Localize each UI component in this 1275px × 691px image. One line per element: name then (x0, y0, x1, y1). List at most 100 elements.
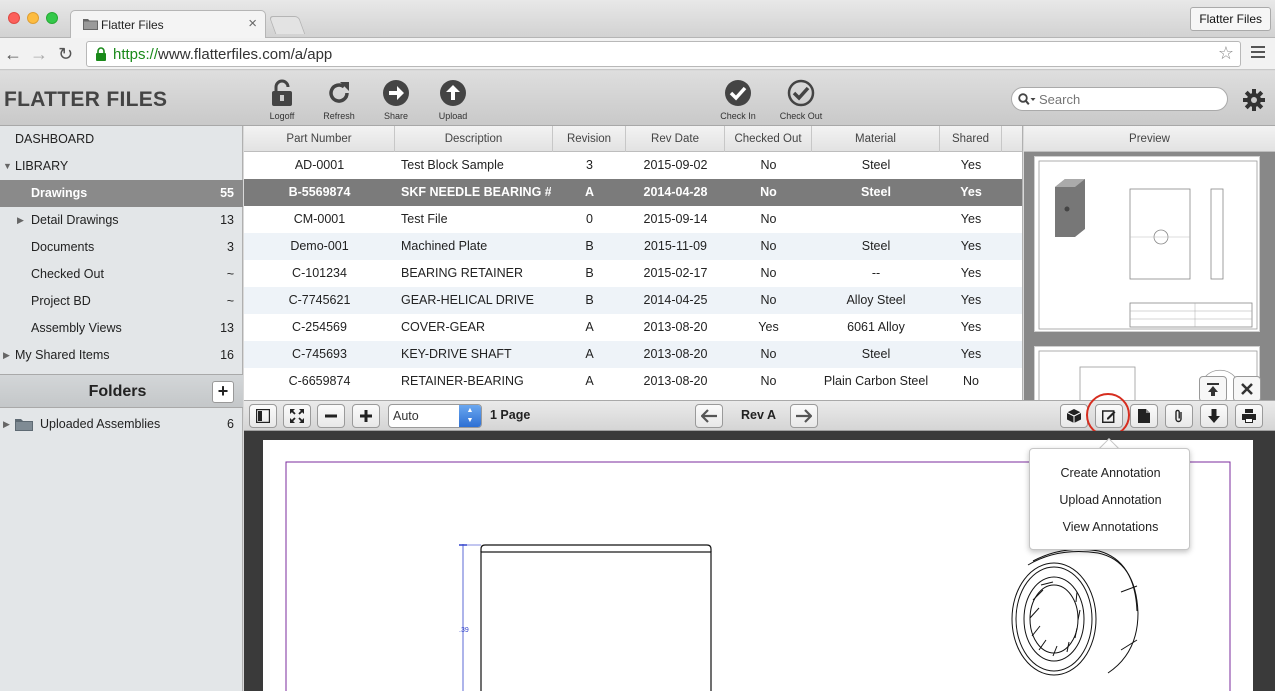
bookmark-star-icon[interactable]: ☆ (1218, 43, 1234, 64)
column-header-description[interactable]: Description (395, 126, 553, 152)
arrow-right-circle-icon (383, 80, 409, 106)
column-header-revision[interactable]: Revision (553, 126, 626, 152)
table-row[interactable]: Demo-001 Machined Plate B 2015-11-09 No Steel… (244, 233, 1022, 260)
cell-description: KEY-DRIVE SHAFT (401, 347, 512, 361)
cell-checked-out: No (760, 374, 777, 388)
check-out-label: Check Out (779, 111, 823, 121)
column-header-rev-date[interactable]: Rev Date (626, 126, 725, 152)
zoom-select[interactable]: Auto ▲ ▼ (388, 404, 482, 428)
3d-view-button[interactable] (1060, 404, 1088, 428)
upload-button[interactable]: Upload (427, 79, 479, 121)
logoff-button[interactable]: Logoff (256, 79, 308, 121)
share-button[interactable]: Share (370, 79, 422, 121)
table-row[interactable]: CM-0001 Test File 0 2015-09-14 No Yes (244, 206, 1022, 233)
document-button[interactable] (1130, 404, 1158, 428)
new-tab-button[interactable] (268, 16, 306, 34)
cell-checked-out: No (760, 212, 777, 226)
disclosure-right-icon[interactable]: ▶ (17, 207, 24, 234)
table-row[interactable]: C-745693 KEY-DRIVE SHAFT A 2013-08-20 No Stee… (244, 341, 1022, 368)
address-bar[interactable]: https://www.flatterfiles.com/a/app ☆ (86, 41, 1241, 67)
table-row[interactable]: B-5569874 SKF NEEDLE BEARING #H A 2014-04-2… (244, 179, 1022, 206)
table-row[interactable]: AD-0001 Test Block Sample 3 2015-09-02 No Ste… (244, 152, 1022, 179)
table-row[interactable]: C-101234 BEARING RETAINER B 2015-02-17 No -- Y… (244, 260, 1022, 287)
menu-item-view-annotations[interactable]: View Annotations (1030, 520, 1191, 534)
browser-menu-icon[interactable] (1251, 45, 1265, 59)
close-preview-button[interactable] (1233, 376, 1261, 400)
menu-item-create-annotation[interactable]: Create Annotation (1030, 466, 1191, 480)
table-row[interactable]: C-6659874 RETAINER-BEARING A 2013-08-20 No Pl… (244, 368, 1022, 395)
cell-shared: Yes (960, 239, 982, 253)
add-folder-button[interactable]: + (212, 381, 234, 403)
refresh-button[interactable]: Refresh (313, 79, 365, 121)
column-header-material[interactable]: Material (812, 126, 940, 152)
url-path: www.flatterfiles.com/a/app (158, 46, 333, 63)
table-row[interactable]: C-7745621 GEAR-HELICAL DRIVE B 2014-04-25 No… (244, 287, 1022, 314)
sidebar-item-count: 13 (220, 213, 234, 227)
cell-material: Steel (861, 347, 891, 361)
disclosure-right-icon[interactable]: ▶ (3, 411, 10, 438)
column-header-spacer (1002, 126, 1022, 152)
fit-to-page-button[interactable] (283, 404, 311, 428)
collapse-preview-button[interactable] (1199, 376, 1227, 400)
maximize-window-button[interactable] (46, 12, 58, 24)
column-header-part-number[interactable]: Part Number (244, 126, 395, 152)
download-button[interactable] (1200, 404, 1228, 428)
menu-item-upload-annotation[interactable]: Upload Annotation (1030, 493, 1191, 507)
sidebar-item-library[interactable]: ▼ LIBRARY (0, 153, 243, 180)
sidebar-item-label: Drawings (31, 186, 88, 200)
cell-material: Steel (861, 158, 891, 172)
check-in-button[interactable]: Check In (712, 79, 764, 121)
sidebar-item-checked-out[interactable]: Checked Out ~ (0, 261, 243, 288)
sidebar-item-count: ~ (226, 294, 234, 308)
sidebar-item-drawings[interactable]: Drawings 55 (0, 180, 243, 207)
previous-revision-button[interactable] (695, 404, 723, 428)
lock-icon (272, 79, 292, 106)
toggle-sidebar-button[interactable] (249, 404, 277, 428)
table-header: Part Number Description Revision Rev Dat… (244, 126, 1022, 152)
reload-icon[interactable]: ↻ (58, 44, 73, 65)
sidebar-item-detail-drawings[interactable]: ▶ Detail Drawings 13 (0, 207, 243, 234)
sidebar-item-my-shared-items[interactable]: ▶ My Shared Items 16 (0, 342, 243, 369)
table-row[interactable]: C-254569 COVER-GEAR A 2013-08-20 Yes 6061 All… (244, 314, 1022, 341)
refresh-icon (329, 82, 349, 103)
browser-tab[interactable]: Flatter Files × (70, 10, 266, 38)
check-out-button[interactable]: Check Out (775, 79, 827, 121)
next-revision-button[interactable] (790, 404, 818, 428)
minimize-window-button[interactable] (27, 12, 39, 24)
sidebar-item-dashboard[interactable]: DASHBOARD (0, 126, 243, 153)
preview-thumbnail[interactable] (1034, 156, 1260, 332)
cell-revision: B (585, 293, 594, 307)
back-icon[interactable]: ← (4, 44, 22, 65)
tab-title: Flatter Files (101, 18, 164, 32)
profile-button[interactable]: Flatter Files (1190, 7, 1271, 31)
plus-icon (360, 410, 372, 422)
cell-rev-date: 2014-04-25 (643, 293, 708, 307)
sidebar-item-assembly-views[interactable]: Assembly Views 13 (0, 315, 243, 342)
column-header-checked-out[interactable]: Checked Out (725, 126, 812, 152)
gear-icon[interactable] (1243, 89, 1265, 111)
share-label: Share (383, 111, 409, 121)
zoom-in-button[interactable] (352, 404, 380, 428)
search-input[interactable] (1039, 91, 1219, 108)
forward-icon[interactable]: → (30, 44, 48, 65)
sidebar-item-documents[interactable]: Documents 3 (0, 234, 243, 261)
cell-description: Test File (401, 212, 448, 226)
preview-pane: Preview (1024, 126, 1275, 400)
search-box[interactable] (1011, 87, 1228, 111)
arrow-up-circle-icon (440, 80, 466, 106)
attachments-button[interactable] (1165, 404, 1193, 428)
drawing-thumbnail-image (1038, 160, 1258, 330)
zoom-out-button[interactable] (317, 404, 345, 428)
sidebar-item-project-bd[interactable]: Project BD ~ (0, 288, 243, 315)
cell-material: Plain Carbon Steel (823, 374, 929, 388)
column-header-shared[interactable]: Shared (940, 126, 1002, 152)
tab-close-icon[interactable]: × (248, 15, 257, 32)
close-window-button[interactable] (8, 12, 20, 24)
cell-description: RETAINER-BEARING (401, 374, 524, 388)
page-count: 1 Page (490, 408, 531, 422)
print-button[interactable] (1235, 404, 1263, 428)
disclosure-right-icon[interactable]: ▶ (3, 342, 10, 369)
cell-part-number: CM-0001 (293, 212, 346, 226)
disclosure-down-icon[interactable]: ▼ (3, 153, 12, 180)
folder-item-uploaded-assemblies[interactable]: ▶ Uploaded Assemblies 6 (0, 411, 243, 438)
